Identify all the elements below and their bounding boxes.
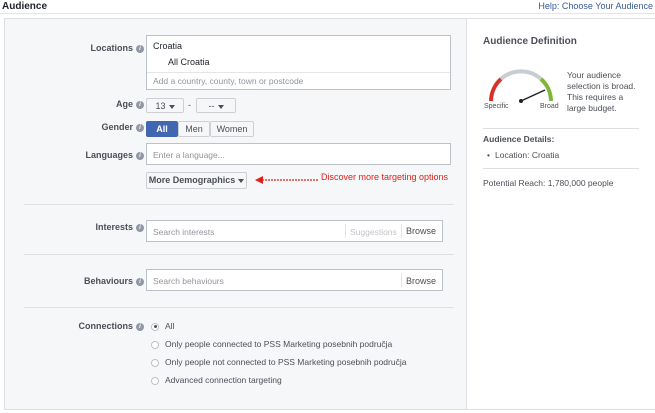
age-label: Age i <box>25 99 144 109</box>
section-divider <box>24 254 454 255</box>
help-link[interactable]: Help: Choose Your Audience <box>538 1 653 11</box>
connection-option-advanced[interactable]: Advanced connection targeting <box>151 375 282 385</box>
age-min-value: 13 <box>155 101 166 111</box>
input-divider <box>401 273 402 287</box>
info-icon[interactable]: i <box>136 223 144 232</box>
languages-label: Languages i <box>25 150 144 160</box>
demographics-annotation: Discover more targeting options <box>321 172 449 182</box>
input-divider <box>345 224 346 238</box>
audience-details-title: Audience Details: <box>483 134 555 144</box>
radio-icon[interactable] <box>151 340 159 349</box>
section-divider <box>24 204 454 205</box>
audience-definition-panel: Audience Definition Specific Broad Your … <box>467 18 655 410</box>
bullet-icon: • <box>487 150 490 160</box>
locations-divider <box>147 72 450 73</box>
chevron-down-icon <box>238 178 245 183</box>
languages-label-text: Languages <box>85 150 133 160</box>
gauge-specific-label: Specific <box>484 103 509 110</box>
input-divider <box>401 224 402 238</box>
definition-title: Audience Definition <box>483 36 577 47</box>
languages-placeholder: Enter a language... <box>153 150 225 160</box>
behaviours-label: Behaviours i <box>25 276 144 286</box>
audience-details-item: • Location: Croatia <box>487 150 559 160</box>
behaviours-label-text: Behaviours <box>83 276 133 286</box>
age-separator: - <box>188 100 191 110</box>
suggestions-link[interactable]: Suggestions <box>350 227 397 237</box>
locations-input[interactable]: Add a country, county, town or postcode <box>153 76 303 86</box>
location-selected[interactable]: All Croatia <box>168 57 210 67</box>
connection-option-label: Only people connected to PSS Marketing p… <box>165 339 393 349</box>
connections-label: Connections i <box>25 321 144 331</box>
gender-label-text: Gender <box>101 122 133 132</box>
top-bar: Audience Help: Choose Your Audience <box>0 0 655 14</box>
info-icon[interactable]: i <box>136 322 144 331</box>
info-icon[interactable]: i <box>136 123 144 132</box>
location-country: Croatia <box>153 41 183 51</box>
behaviours-placeholder: Search behaviours <box>153 276 224 286</box>
info-icon[interactable]: i <box>136 44 144 53</box>
radio-icon[interactable] <box>151 376 159 385</box>
gender-all-button[interactable]: All <box>146 121 178 137</box>
more-demographics-label: More Demographics <box>148 175 236 185</box>
connections-label-text: Connections <box>78 321 133 331</box>
age-min-select[interactable]: 13 <box>146 98 184 113</box>
gauge-broad-label: Broad <box>540 103 559 110</box>
more-demographics-button[interactable]: More Demographics <box>146 172 247 189</box>
connection-option-connected[interactable]: Only people connected to PSS Marketing p… <box>151 339 392 349</box>
languages-input[interactable]: Enter a language... <box>146 143 451 165</box>
info-icon[interactable]: i <box>136 100 144 109</box>
gender-women-button[interactable]: Women <box>210 121 254 137</box>
age-max-value: -- <box>208 101 215 111</box>
definition-description: Your audience selection is broad. This r… <box>567 70 636 113</box>
age-label-text: Age <box>115 99 133 109</box>
audience-panel: Locations i Croatia All Croatia Add a cou… <box>4 18 467 410</box>
locations-label: Locations i <box>25 43 144 53</box>
chevron-down-icon <box>217 104 224 109</box>
interests-label-text: Interests <box>95 222 133 232</box>
chevron-down-icon <box>168 104 175 109</box>
section-title: Audience <box>2 1 48 12</box>
age-max-select[interactable]: -- <box>196 98 236 113</box>
potential-reach: Potential Reach: 1,780,000 people <box>483 178 614 188</box>
behaviours-input[interactable]: Search behaviours <box>146 269 443 291</box>
connection-option-label: Only people not connected to PSS Marketi… <box>165 357 407 367</box>
gender-men-button[interactable]: Men <box>178 121 210 137</box>
arrow-left-icon <box>255 176 319 184</box>
interests-input[interactable]: Search interests Suggestions <box>146 220 443 242</box>
radio-selected-icon[interactable] <box>151 322 159 331</box>
connection-option-not-connected[interactable]: Only people not connected to PSS Marketi… <box>151 357 406 367</box>
gender-label: Gender i <box>25 122 144 132</box>
audience-details-item-text: Location: Croatia <box>494 150 560 160</box>
locations-label-text: Locations <box>90 43 133 53</box>
side-divider <box>483 128 639 129</box>
side-divider <box>483 168 639 169</box>
locations-box: Croatia All Croatia Add a country, count… <box>146 35 451 90</box>
interests-placeholder: Search interests <box>153 227 215 237</box>
section-divider <box>24 307 454 308</box>
info-icon[interactable]: i <box>136 277 144 286</box>
radio-icon[interactable] <box>151 358 159 367</box>
connection-option-label: Advanced connection targeting <box>165 375 282 385</box>
connection-option-all[interactable]: All <box>151 321 174 331</box>
behaviours-browse-button[interactable]: Browse <box>406 276 436 286</box>
connection-option-label: All <box>165 321 175 331</box>
interests-browse-button[interactable]: Browse <box>406 226 436 236</box>
interests-label: Interests i <box>25 222 144 232</box>
info-icon[interactable]: i <box>136 151 144 160</box>
